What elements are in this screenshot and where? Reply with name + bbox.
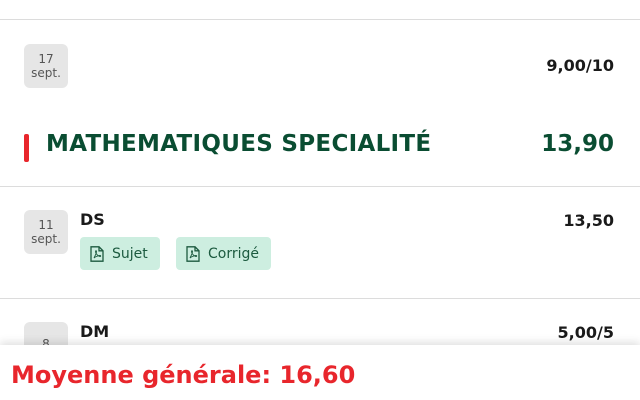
subject-accent-bar [24,134,29,162]
divider [0,186,640,187]
grade-value: 9,00/10 [546,56,614,75]
divider [0,298,640,299]
subject-average: 13,90 [541,131,614,157]
pdf-icon [90,245,104,262]
date-month: sept. [31,232,61,246]
pdf-icon [186,245,200,262]
sujet-button[interactable]: Sujet [80,237,160,270]
divider [0,19,640,20]
overall-average-footer: Moyenne générale: 16,60 [0,345,640,400]
corrige-label: Corrigé [208,245,259,262]
sujet-label: Sujet [112,245,148,262]
evaluation-title[interactable]: DS [80,210,105,229]
date-day: 17 [38,52,54,66]
corrige-button[interactable]: Corrigé [176,237,271,270]
overall-average-text: Moyenne générale: 16,60 [11,361,356,389]
evaluation-title[interactable]: DM [80,322,109,341]
subject-title[interactable]: MATHEMATIQUES SPECIALITÉ [46,131,431,157]
date-badge: 11 sept. [24,210,68,254]
grade-value: 13,50 [563,211,614,230]
date-badge: 17 sept. [24,44,68,88]
grades-view: 17 sept. 9,00/10 MATHEMATIQUES SPECIALIT… [0,0,640,400]
grade-value: 5,00/5 [557,323,614,342]
date-day: 11 [38,218,54,232]
date-month: sept. [31,66,61,80]
